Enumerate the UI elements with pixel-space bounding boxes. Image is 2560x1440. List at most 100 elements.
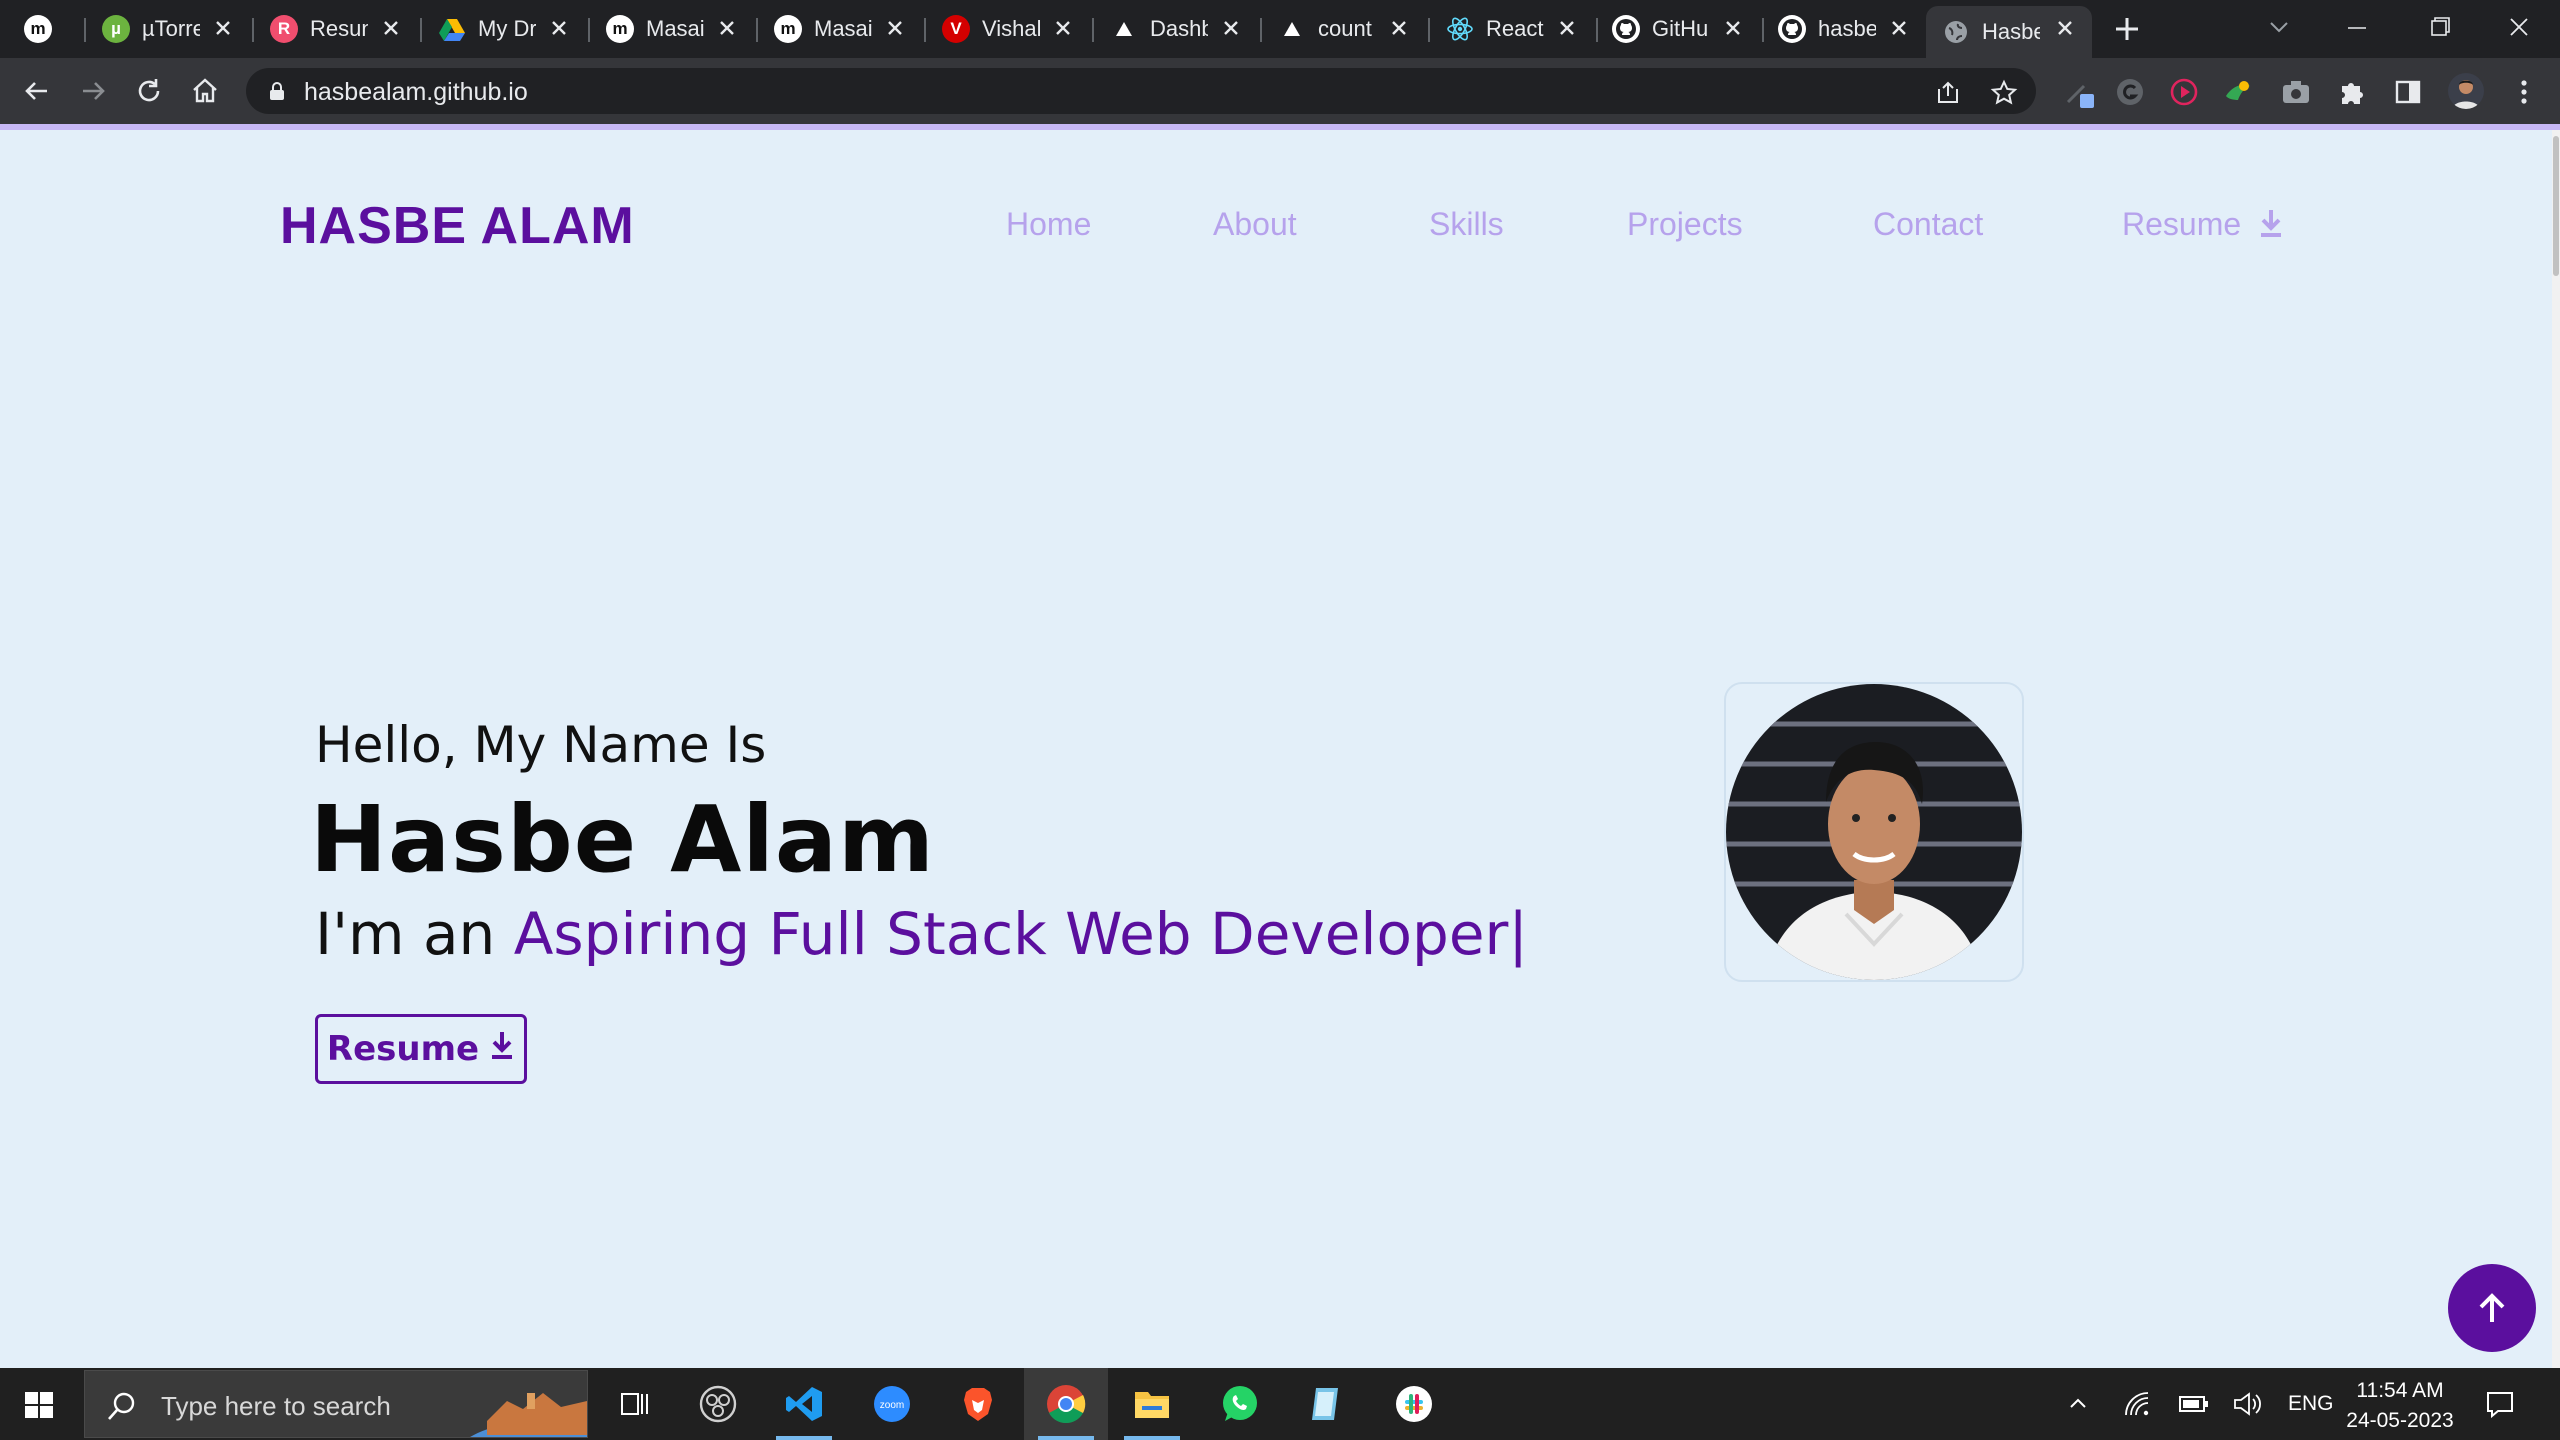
browser-menu-icon[interactable]: [2508, 76, 2540, 108]
close-icon[interactable]: [380, 17, 402, 39]
extensions-puzzle-icon[interactable]: [2336, 76, 2368, 108]
tab-separator: [1762, 18, 1764, 42]
close-icon[interactable]: [1556, 17, 1578, 39]
browser-tab[interactable]: µ µTorre: [102, 6, 250, 52]
browser-tab[interactable]: React: [1446, 6, 1594, 52]
new-tab-icon[interactable]: [2112, 12, 2142, 46]
tab-separator: [588, 18, 590, 42]
profile-avatar[interactable]: [2448, 73, 2484, 109]
page-scrollbar[interactable]: [2552, 130, 2560, 1368]
color-extension-icon[interactable]: [2222, 76, 2254, 108]
minimize-icon[interactable]: [2334, 8, 2380, 48]
nav-link-skills[interactable]: Skills: [1429, 206, 1504, 243]
browser-tab-active[interactable]: Hasbe: [1926, 6, 2092, 58]
language-indicator[interactable]: ENG: [2288, 1368, 2334, 1440]
close-icon[interactable]: [884, 17, 906, 39]
browser-tab[interactable]: Dashb: [1110, 6, 1258, 52]
close-icon[interactable]: [1722, 17, 1744, 39]
tab-search-chevron-icon[interactable]: [2256, 8, 2302, 48]
battery-icon[interactable]: [2178, 1368, 2210, 1440]
screen-recorder-icon[interactable]: [2168, 76, 2200, 108]
close-icon[interactable]: [1888, 17, 1910, 39]
file-explorer-icon[interactable]: [1110, 1368, 1194, 1440]
close-icon[interactable]: [2054, 17, 2076, 39]
grammarly-icon[interactable]: [2114, 76, 2146, 108]
bookmark-star-icon[interactable]: [1990, 79, 2018, 107]
camera-icon[interactable]: [2280, 76, 2312, 108]
search-placeholder: Type here to search: [161, 1391, 391, 1421]
zoom-icon[interactable]: zoom: [850, 1368, 934, 1440]
share-icon[interactable]: [1934, 79, 1962, 107]
vercel-v-icon: V: [942, 15, 970, 43]
network-icon[interactable]: [2122, 1368, 2152, 1440]
address-bar[interactable]: hasbealam.github.io: [246, 68, 2036, 114]
slack-icon[interactable]: [1372, 1368, 1456, 1440]
scroll-to-top-button[interactable]: [2448, 1264, 2536, 1352]
tab-title: GitHu: [1652, 16, 1709, 41]
browser-tab[interactable]: m Masai: [774, 6, 922, 52]
browser-tab[interactable]: m: [24, 6, 72, 52]
tab-title: Masai: [646, 16, 704, 41]
system-clock[interactable]: 11:54 AM 24-05-2023: [2340, 1376, 2460, 1436]
close-icon[interactable]: [1388, 17, 1410, 39]
nav-link-contact[interactable]: Contact: [1873, 206, 1983, 243]
browser-tab[interactable]: R Resun: [270, 6, 418, 52]
tab-title: Resun: [310, 16, 368, 41]
google-drive-icon: [438, 15, 466, 43]
vscode-icon[interactable]: [762, 1368, 846, 1440]
restore-icon[interactable]: [2416, 8, 2462, 48]
svg-text:zoom: zoom: [880, 1400, 904, 1411]
search-highlight-illustration: [447, 1371, 587, 1437]
nav-link-home[interactable]: Home: [1006, 206, 1091, 243]
hero-name: Hasbe Alam: [310, 786, 935, 893]
close-icon[interactable]: [548, 17, 570, 39]
close-window-icon[interactable]: [2496, 8, 2542, 48]
notification-center-icon[interactable]: [2484, 1368, 2520, 1440]
tab-separator: [756, 18, 758, 42]
taskbar-search-box[interactable]: Type here to search: [84, 1370, 588, 1438]
notes-app-icon[interactable]: [1284, 1368, 1368, 1440]
browser-tab[interactable]: m Masai: [606, 6, 754, 52]
react-icon: [1446, 15, 1474, 43]
nav-link-projects[interactable]: Projects: [1627, 206, 1743, 243]
nav-link-about[interactable]: About: [1213, 206, 1297, 243]
home-icon[interactable]: [188, 74, 222, 108]
pen-extension-icon[interactable]: [2064, 76, 2096, 108]
typing-cursor: |: [1508, 900, 1528, 968]
task-view-icon[interactable]: [592, 1368, 676, 1440]
browser-tab[interactable]: hasbe: [1778, 6, 1926, 52]
masai-icon: m: [774, 15, 802, 43]
site-logo[interactable]: HASBE ALAM: [280, 196, 635, 256]
tab-separator: [1596, 18, 1598, 42]
github-icon: [1778, 15, 1806, 43]
side-panel-icon[interactable]: [2392, 76, 2424, 108]
scrollbar-thumb[interactable]: [2553, 136, 2559, 276]
whatsapp-icon[interactable]: [1198, 1368, 1282, 1440]
windows-start-icon[interactable]: [22, 1388, 56, 1422]
volume-icon[interactable]: [2232, 1368, 2264, 1440]
back-icon[interactable]: [20, 74, 54, 108]
utorrent-icon: µ: [102, 15, 130, 43]
download-icon: [489, 1029, 515, 1070]
resume-download-button[interactable]: Resume: [315, 1014, 527, 1084]
close-icon[interactable]: [716, 17, 738, 39]
lock-icon[interactable]: [266, 80, 288, 102]
brave-browser-icon[interactable]: [936, 1368, 1020, 1440]
url-text[interactable]: hasbealam.github.io: [304, 78, 528, 107]
browser-tab[interactable]: GitHu: [1612, 6, 1760, 52]
reload-icon[interactable]: [132, 74, 166, 108]
tray-overflow-chevron-icon[interactable]: [2066, 1368, 2096, 1440]
chrome-icon[interactable]: [1024, 1368, 1108, 1440]
nav-link-resume[interactable]: Resume: [2122, 206, 2284, 247]
tab-title: Hasbe: [1982, 19, 2040, 44]
browser-tab[interactable]: count: [1278, 6, 1426, 52]
tab-title: React: [1486, 16, 1544, 41]
close-icon[interactable]: [1220, 17, 1242, 39]
obs-studio-icon[interactable]: [676, 1368, 760, 1440]
forward-icon[interactable]: [76, 74, 110, 108]
close-icon[interactable]: [212, 17, 234, 39]
browser-tab[interactable]: V Vishal: [942, 6, 1090, 52]
portfolio-page: HASBE ALAM Home About Skills Projects Co…: [0, 130, 2552, 1368]
close-icon[interactable]: [1052, 17, 1074, 39]
browser-tab[interactable]: My Dr: [438, 6, 586, 52]
